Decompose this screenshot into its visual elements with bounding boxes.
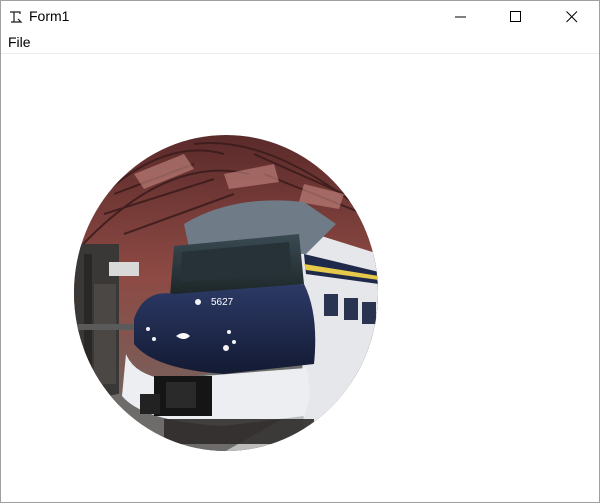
window-title: Form1 <box>29 8 70 24</box>
maximize-button[interactable] <box>493 1 539 32</box>
title-bar[interactable]: Form1 <box>1 1 599 32</box>
close-icon <box>566 10 578 22</box>
train-number: 5627 <box>211 297 234 308</box>
close-button[interactable] <box>549 1 595 32</box>
minimize-button[interactable] <box>438 1 484 32</box>
maximize-icon <box>510 10 521 22</box>
menu-file[interactable]: File <box>7 34 32 50</box>
minimize-icon <box>455 16 466 17</box>
menu-bar: File <box>1 32 599 54</box>
app-icon <box>8 9 24 25</box>
form-window: Form1 File 5627 <box>0 0 600 503</box>
circular-picture-box: 5627 <box>74 135 378 451</box>
form-client-area: 5627 <box>1 54 599 502</box>
